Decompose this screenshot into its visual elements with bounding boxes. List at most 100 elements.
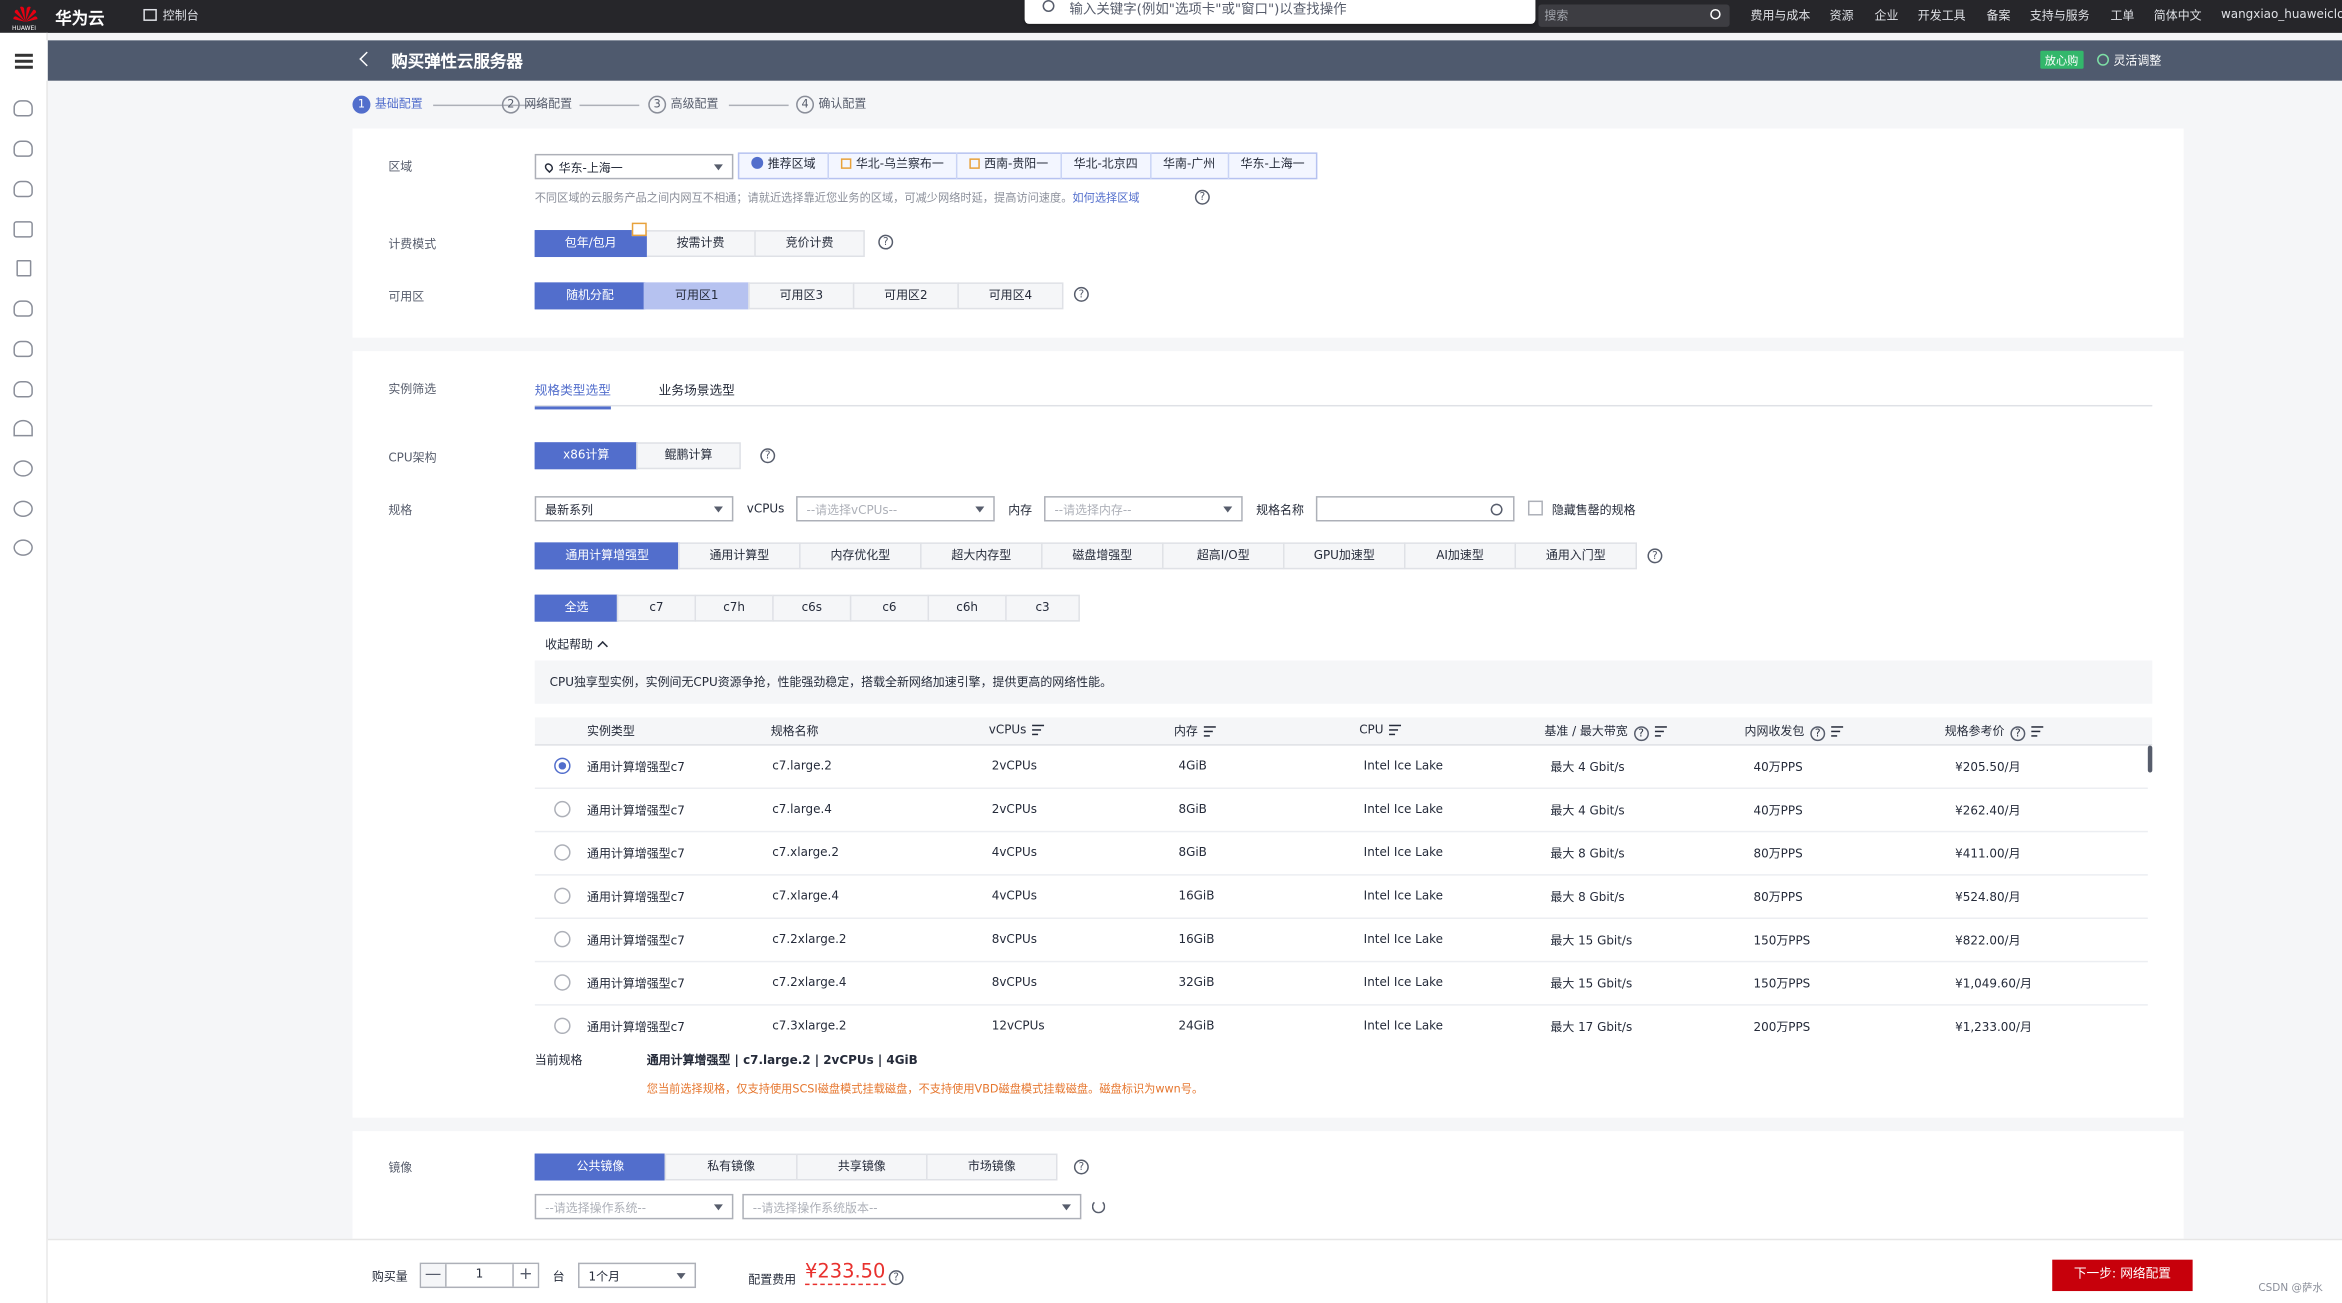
type-general-button[interactable]: 通用计算型 bbox=[678, 542, 801, 570]
step-confirm[interactable]: 4 确认配置 bbox=[796, 95, 866, 114]
spec-name-input[interactable] bbox=[1315, 496, 1515, 522]
config-fee[interactable]: ¥233.50 bbox=[805, 1262, 886, 1286]
cloud-upload-icon[interactable] bbox=[13, 340, 33, 358]
col-bandwidth[interactable]: 基准 / 最大带宽? bbox=[1544, 723, 1667, 742]
document-icon[interactable] bbox=[16, 260, 32, 277]
step-network[interactable]: 2 网络配置 bbox=[501, 95, 572, 114]
help-icon[interactable]: ? bbox=[1647, 548, 1663, 564]
plus-button[interactable]: + bbox=[512, 1264, 538, 1287]
row-radio[interactable] bbox=[554, 757, 571, 775]
collapse-help-toggle[interactable]: 收起帮助 bbox=[545, 637, 608, 653]
help-icon[interactable]: ? bbox=[1810, 726, 1826, 742]
step-advanced[interactable]: 3 高级配置 bbox=[648, 95, 718, 114]
help-icon[interactable]: ? bbox=[1194, 189, 1210, 205]
global-search-box[interactable]: 输入关键字(例如"选项卡"或"窗口")以查找操作 bbox=[1024, 0, 1536, 24]
type-memory-optimized-button[interactable]: 内存优化型 bbox=[799, 542, 922, 570]
row-radio[interactable] bbox=[554, 844, 571, 861]
billing-yearly-button[interactable]: 包年/包月 bbox=[534, 222, 647, 258]
tab-scenario[interactable]: 业务场景选型 bbox=[659, 381, 735, 406]
circle-settings-icon[interactable] bbox=[13, 460, 33, 477]
nav-username[interactable]: wangxiao_huaweiclou bbox=[2221, 7, 2342, 20]
table-scrollbar[interactable] bbox=[2147, 745, 2153, 773]
type-ai-button[interactable]: AI加速型 bbox=[1404, 542, 1517, 570]
help-icon[interactable]: ? bbox=[1073, 1159, 1089, 1175]
type-disk-enhanced-button[interactable]: 磁盘增强型 bbox=[1041, 542, 1164, 570]
row-radio[interactable] bbox=[554, 1017, 571, 1035]
row-radio[interactable] bbox=[554, 930, 571, 948]
region-option-guangzhou[interactable]: 华南-广州 bbox=[1151, 152, 1229, 180]
cloud-storage-icon[interactable] bbox=[13, 180, 33, 198]
billing-spot-button[interactable]: 竞价计费 bbox=[754, 230, 865, 258]
sort-icon[interactable] bbox=[1831, 726, 1844, 737]
cloud-compute-icon[interactable] bbox=[13, 140, 33, 157]
quantity-input[interactable]: 1 bbox=[447, 1267, 513, 1280]
az-random-button[interactable]: 随机分配 bbox=[534, 282, 646, 310]
region-help-link[interactable]: 如何选择区域 bbox=[1072, 191, 1139, 204]
row-radio[interactable] bbox=[554, 887, 571, 905]
az-2-button[interactable]: 可用区2 bbox=[852, 282, 959, 310]
row-radio[interactable] bbox=[554, 974, 571, 991]
os-select[interactable]: --请选择操作系统-- bbox=[534, 1193, 734, 1220]
tab-spec-type[interactable]: 规格类型选型 bbox=[534, 381, 611, 410]
nav-language[interactable]: 简体中文 bbox=[2154, 7, 2202, 23]
table-row[interactable]: 通用计算增强型c7 c7.2xlarge.2 8vCPUs 16GiB Intel Ic… bbox=[534, 919, 2148, 963]
type-high-io-button[interactable]: 超高I/O型 bbox=[1162, 542, 1285, 570]
cloud-icon[interactable] bbox=[13, 100, 33, 117]
sort-icon[interactable] bbox=[1654, 726, 1667, 737]
sort-icon[interactable] bbox=[1389, 724, 1402, 736]
assurance-badge[interactable]: 放心购 bbox=[2040, 50, 2083, 69]
menu-toggle-button[interactable] bbox=[0, 40, 48, 81]
image-shared-button[interactable]: 共享镜像 bbox=[796, 1153, 928, 1181]
sort-icon[interactable] bbox=[1203, 726, 1216, 737]
table-row[interactable]: 通用计算增强型c7 c7.large.2 2vCPUs 4GiB Intel Ice L… bbox=[534, 746, 2148, 789]
series-select[interactable]: 最新系列 bbox=[534, 496, 734, 522]
col-cpu[interactable]: CPU bbox=[1359, 723, 1402, 737]
globe-icon[interactable] bbox=[13, 539, 33, 556]
search-input[interactable]: 搜索 bbox=[1538, 4, 1730, 27]
table-row[interactable]: 通用计算增强型c7 c7.large.4 2vCPUs 8GiB Intel Ice L… bbox=[534, 789, 2148, 833]
minus-button[interactable]: — bbox=[421, 1264, 447, 1287]
chart-icon[interactable] bbox=[13, 221, 33, 238]
flexible-adjust-link[interactable]: 灵活调整 bbox=[2097, 52, 2161, 68]
back-arrow-icon[interactable] bbox=[359, 51, 375, 67]
series-c6h-button[interactable]: c6h bbox=[927, 594, 1007, 622]
hide-soldout-checkbox[interactable] bbox=[1527, 500, 1543, 516]
step-basic[interactable]: 1 基础配置 bbox=[352, 95, 423, 114]
region-option-ulanqab[interactable]: 华北-乌兰察布一 bbox=[829, 152, 958, 180]
search-icon[interactable] bbox=[1710, 8, 1721, 20]
col-memory[interactable]: 内存 bbox=[1174, 723, 1216, 739]
col-price[interactable]: 规格参考价? bbox=[1945, 723, 2044, 742]
region-option-guiyang[interactable]: 西南-贵阳一 bbox=[957, 152, 1062, 180]
image-private-button[interactable]: 私有镜像 bbox=[664, 1153, 798, 1181]
region-select[interactable]: 华东-上海一 bbox=[534, 153, 734, 180]
az-3-button[interactable]: 可用区3 bbox=[748, 282, 855, 310]
series-c6s-button[interactable]: c6s bbox=[772, 594, 852, 622]
table-row[interactable]: 通用计算增强型c7 c7.3xlarge.2 12vCPUs 24GiB Intel I… bbox=[535, 1006, 2148, 1035]
az-4-button[interactable]: 可用区4 bbox=[957, 282, 1064, 310]
help-icon[interactable]: ? bbox=[888, 1270, 904, 1286]
series-c7-button[interactable]: c7 bbox=[616, 594, 697, 622]
duration-select[interactable]: 1个月 bbox=[578, 1262, 697, 1289]
help-icon[interactable]: ? bbox=[1073, 286, 1089, 302]
table-row[interactable]: 通用计算增强型c7 c7.xlarge.2 4vCPUs 8GiB Intel Ice … bbox=[534, 832, 2148, 876]
col-vcpus[interactable]: vCPUs bbox=[989, 723, 1045, 737]
region-option-beijing4[interactable]: 华北-北京四 bbox=[1062, 152, 1152, 180]
cpu-x86-button[interactable]: x86计算 bbox=[534, 442, 638, 470]
cluster-icon[interactable] bbox=[13, 500, 33, 518]
az-1-button[interactable]: 可用区1 bbox=[643, 282, 750, 310]
memory-select[interactable]: --请选择内存-- bbox=[1044, 496, 1243, 522]
cpu-kunpeng-button[interactable]: 鲲鹏计算 bbox=[636, 442, 741, 470]
series-c6-button[interactable]: c6 bbox=[849, 594, 930, 622]
type-entry-button[interactable]: 通用入门型 bbox=[1514, 542, 1638, 570]
help-icon[interactable]: ? bbox=[760, 448, 776, 464]
series-all-button[interactable]: 全选 bbox=[534, 594, 619, 622]
sort-icon[interactable] bbox=[1032, 724, 1045, 736]
console-link[interactable]: 控制台 bbox=[143, 7, 199, 23]
type-gpu-button[interactable]: GPU加速型 bbox=[1283, 542, 1406, 570]
search-icon[interactable] bbox=[1490, 503, 1503, 516]
nav-filing[interactable]: 备案 bbox=[1987, 7, 2011, 23]
anchor-icon[interactable] bbox=[13, 419, 33, 437]
nav-resource[interactable]: 资源 bbox=[1830, 7, 1854, 23]
col-pps[interactable]: 内网收发包? bbox=[1745, 723, 1844, 742]
region-option-shanghai1[interactable]: 华东-上海一 bbox=[1229, 152, 1317, 179]
